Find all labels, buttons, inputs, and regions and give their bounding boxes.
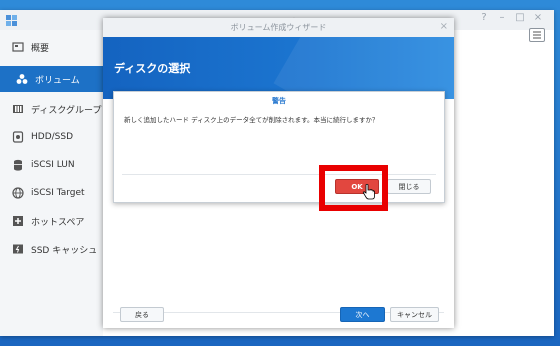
sidebar-item-label: iSCSI LUN: [31, 160, 75, 170]
sidebar-item-label: SSD キャッシュ: [31, 245, 98, 256]
banner-decoration: [273, 37, 454, 99]
overview-icon: [12, 41, 24, 53]
wizard-title: ボリューム作成ウィザード: [230, 23, 327, 32]
cancel-button[interactable]: キャンセル: [390, 307, 439, 322]
sidebar-item-label: ボリューム: [35, 75, 80, 86]
wizard-heading: ディスクの選択: [114, 62, 191, 75]
sidebar-item-disk-group[interactable]: ディスクグループ: [12, 96, 103, 122]
sidebar-item-label: ディスクグループ: [31, 105, 102, 116]
close-icon[interactable]: ×: [532, 12, 544, 24]
hot-spare-icon: [12, 215, 24, 227]
disk-group-icon: [12, 103, 24, 115]
close-button[interactable]: 閉じる: [387, 179, 431, 194]
next-button[interactable]: 次へ: [340, 307, 385, 322]
sidebar-item-hot-spare[interactable]: ホットスペア: [12, 208, 103, 234]
warning-title: 警告: [272, 97, 286, 105]
hdd-icon: [12, 131, 24, 143]
sidebar-item-volume[interactable]: ボリューム: [0, 66, 103, 92]
sidebar-item-label: 概要: [31, 43, 50, 54]
back-button[interactable]: 戻る: [120, 307, 164, 322]
sidebar-item-ssd-cache[interactable]: SSD キャッシュ: [12, 236, 103, 262]
sidebar-item-hdd-ssd[interactable]: HDD/SSD: [12, 124, 103, 150]
minimize-icon[interactable]: –: [496, 12, 508, 24]
sidebar-item-iscsi-target[interactable]: iSCSI Target: [12, 180, 103, 206]
sidebar: 概要 ボリューム ディスクグループ HDD/SSD iSCSI LUN iSCS…: [0, 30, 103, 336]
warning-message: 新しく追加したハード ディスク上のデータ全てが削除されます。本当に続行しますか？: [124, 116, 379, 124]
sidebar-item-label: HDD/SSD: [31, 132, 74, 142]
highlight-frame: [319, 165, 388, 211]
wizard-titlebar: ボリューム作成ウィザード ×: [103, 18, 454, 37]
ssd-cache-icon: [12, 243, 24, 255]
lun-icon: [12, 159, 24, 171]
target-icon: [12, 187, 24, 199]
hand-cursor-icon: [362, 184, 375, 200]
sidebar-item-iscsi-lun[interactable]: iSCSI LUN: [12, 152, 103, 178]
help-icon[interactable]: ?: [478, 12, 490, 24]
sidebar-item-overview[interactable]: 概要: [12, 34, 103, 60]
sidebar-item-label: ホットスペア: [31, 217, 85, 228]
sidebar-item-label: iSCSI Target: [31, 188, 85, 198]
divider: [122, 174, 436, 175]
warning-dialog: 警告 新しく追加したハード ディスク上のデータ全てが削除されます。本当に続行しま…: [113, 91, 445, 203]
wizard-close-icon[interactable]: ×: [440, 21, 448, 32]
list-view-icon[interactable]: [529, 28, 545, 42]
volume-icon: [16, 73, 28, 85]
maximize-icon[interactable]: □: [514, 12, 526, 24]
